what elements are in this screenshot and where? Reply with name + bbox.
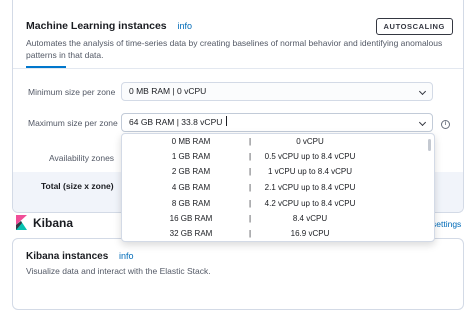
ml-title-text: Machine Learning instances [26,20,167,32]
dropdown-option[interactable]: 32 GB RAM | 16.9 vCPU [122,226,422,241]
chevron-down-icon [418,118,427,127]
min-size-value: 0 MB RAM | 0 vCPU [129,86,207,96]
kibana-description: Visualize data and interact with the Ela… [26,266,211,276]
option-ram: 4 GB RAM [171,183,211,192]
option-ram: 32 GB RAM [169,229,213,238]
ml-info-link[interactable]: info [178,21,193,31]
kibana-instances-title-text: Kibana instances [26,251,109,262]
text-cursor [226,116,228,126]
option-cpu: 0 vCPU [296,137,324,146]
option-ram: 8 GB RAM [171,199,211,208]
option-separator: | [249,152,252,161]
settings-link[interactable]: settings [432,219,461,229]
kibana-instances-panel: Kibana instances info Visualize data and… [12,238,464,310]
max-size-dropdown-list: 0 MB RAM | 0 vCPU 1 GB RAM | 0.5 vCPU up… [121,133,435,242]
min-size-label: Minimum size per zone [28,87,116,97]
chevron-down-icon [418,87,427,96]
option-cpu: 0.5 vCPU up to 8.4 vCPU [264,152,356,161]
dropdown-option[interactable]: 8 GB RAM | 4.2 vCPU up to 8.4 vCPU [122,196,422,212]
dropdown-option[interactable]: 0 MB RAM | 0 vCPU [122,134,422,150]
option-cpu: 4.2 vCPU up to 8.4 vCPU [264,199,356,208]
option-cpu: 16.9 vCPU [290,229,330,238]
option-ram: 16 GB RAM [169,214,213,223]
option-separator: | [249,137,252,146]
option-separator: | [249,214,252,223]
dropdown-scrollbar-track[interactable] [428,136,433,239]
option-separator: | [249,183,252,192]
option-cpu: 2.1 vCPU up to 8.4 vCPU [264,183,356,192]
kibana-instances-title: Kibana instances info [26,251,134,262]
dropdown-option[interactable]: 4 GB RAM | 2.1 vCPU up to 8.4 vCPU [122,180,422,196]
ml-title: Machine Learning instances info [26,20,192,32]
max-size-select[interactable]: 64 GB RAM | 33.8 vCPU [121,113,433,132]
total-label: Total (size x zone) [41,181,114,191]
option-ram: 2 GB RAM [171,167,211,176]
option-cpu: 8.4 vCPU [292,214,328,223]
section-divider [13,68,463,69]
autoscaling-badge: AUTOSCALING [375,18,453,35]
kibana-logo-icon [16,215,27,230]
dropdown-scrollbar-thumb[interactable] [428,139,431,151]
option-separator: | [249,229,252,238]
info-icon[interactable]: i [441,120,450,129]
option-separator: | [249,167,252,176]
option-cpu: 1 vCPU up to 8.4 vCPU [267,167,353,176]
availability-zones-label: Availability zones [49,153,115,163]
option-ram: 1 GB RAM [171,152,211,161]
min-size-select[interactable]: 0 MB RAM | 0 vCPU [121,82,433,101]
dropdown-option[interactable]: 2 GB RAM | 1 vCPU up to 8.4 vCPU [122,164,422,180]
max-size-label: Maximum size per zone [28,118,118,128]
ml-description: Automates the analysis of time-series da… [26,38,443,60]
dropdown-option[interactable]: 1 GB RAM | 0.5 vCPU up to 8.4 vCPU [122,149,422,165]
kibana-info-link[interactable]: info [119,251,134,261]
option-ram: 0 MB RAM [171,137,211,146]
dropdown-option[interactable]: 16 GB RAM | 8.4 vCPU [122,211,422,227]
kibana-name: Kibana [33,216,74,230]
option-separator: | [249,199,252,208]
max-size-value: 64 GB RAM | 33.8 vCPU [129,117,223,127]
